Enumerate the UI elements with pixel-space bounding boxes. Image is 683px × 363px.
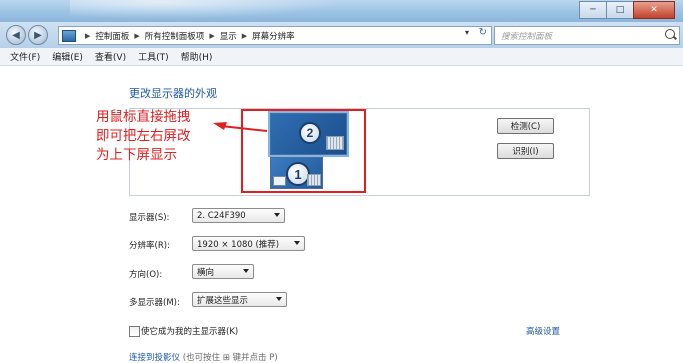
monitor-1-screen-icon <box>273 176 286 186</box>
multi-display-label: 多显示器(M): <box>129 298 180 308</box>
chevron-down-icon <box>274 213 280 217</box>
menu-view[interactable]: 查看(V) <box>95 50 126 63</box>
search-box[interactable]: 搜索控制面板 <box>494 26 680 45</box>
address-dropdown-icon[interactable]: ▾ <box>465 28 469 37</box>
advanced-settings-link[interactable]: 高级设置 <box>526 325 560 337</box>
address-bar[interactable]: ▶ 控制面板 ▶ 所有控制面板项 ▶ 显示 ▶ 屏幕分辨率 ▾ ↻ <box>58 26 492 45</box>
display-select[interactable]: 2. C24F390 <box>192 208 285 223</box>
search-input[interactable]: 搜索控制面板 <box>501 30 552 42</box>
annotation-text: 用鼠标直接拖拽 即可把左右屏改 为上下屏显示 <box>96 109 191 163</box>
address-row: ◀ ▶ ▶ 控制面板 ▶ 所有控制面板项 ▶ 显示 ▶ 屏幕分辨率 ▾ ↻ 搜索… <box>0 22 683 48</box>
menu-edit[interactable]: 编辑(E) <box>52 50 83 63</box>
breadcrumb-display[interactable]: 显示 <box>220 30 237 42</box>
breadcrumb-control-panel[interactable]: 控制面板 <box>95 30 129 42</box>
breadcrumb-separator: ▶ <box>134 31 140 40</box>
window-title-bar: ─ □ ✕ <box>0 0 683 22</box>
chevron-down-icon <box>276 297 282 301</box>
main-display-checkbox[interactable] <box>129 326 140 337</box>
refresh-icon[interactable]: ↻ <box>479 27 487 38</box>
resolution-select[interactable]: 1920 × 1080 (推荐) <box>192 236 305 251</box>
resolution-select-value: 1920 × 1080 (推荐) <box>197 239 280 250</box>
orientation-select[interactable]: 横向 <box>192 264 254 279</box>
orientation-label: 方向(O): <box>129 270 163 280</box>
resolution-label: 分辨率(R): <box>129 241 170 251</box>
monitor-1-keypad-icon <box>307 174 321 186</box>
main-display-checkbox-label[interactable]: 使它成为我的主显示器(K) <box>141 325 238 337</box>
menu-file[interactable]: 文件(F) <box>10 50 40 63</box>
multi-display-select[interactable]: 扩展这些显示 <box>192 292 287 307</box>
breadcrumb-screen-resolution[interactable]: 屏幕分辨率 <box>252 30 295 42</box>
minimize-button[interactable]: ─ <box>579 1 607 19</box>
menu-help[interactable]: 帮助(H) <box>181 50 213 63</box>
display-label: 显示器(S): <box>129 213 170 223</box>
chevron-down-icon <box>243 269 249 273</box>
search-icon[interactable] <box>665 29 675 39</box>
orientation-select-value: 横向 <box>197 267 215 278</box>
monitor-2-keypad-icon <box>326 136 344 150</box>
breadcrumb-separator: ▶ <box>209 31 215 40</box>
breadcrumb-all-items[interactable]: 所有控制面板项 <box>145 30 205 42</box>
identify-button[interactable]: 识别(I) <box>497 143 554 159</box>
page-title: 更改显示器的外观 <box>129 87 217 100</box>
maximize-button[interactable]: □ <box>606 1 634 19</box>
multi-display-select-value: 扩展这些显示 <box>197 295 249 306</box>
chevron-down-icon <box>294 241 300 245</box>
back-button[interactable]: ◀ <box>6 25 26 45</box>
breadcrumb-separator: ▶ <box>241 31 248 40</box>
detect-button[interactable]: 检测(C) <box>497 118 554 134</box>
projector-line: 连接到投影仪 (也可按住 ⊞ 键并点击 P) <box>129 351 278 363</box>
close-button[interactable]: ✕ <box>633 1 675 19</box>
projector-hint: (也可按住 ⊞ 键并点击 P) <box>182 353 278 363</box>
monitor-2-number: 2 <box>299 122 321 144</box>
main-content: 更改显示器的外观 用鼠标直接拖拽 即可把左右屏改 为上下屏显示 2 1 检测(C… <box>0 67 683 363</box>
forward-button[interactable]: ▶ <box>28 25 48 45</box>
menu-tools[interactable]: 工具(T) <box>138 50 169 63</box>
menu-bar: 文件(F) 编辑(E) 查看(V) 工具(T) 帮助(H) <box>0 48 683 66</box>
window-controls: ─ □ ✕ <box>579 1 675 19</box>
connect-projector-link[interactable]: 连接到投影仪 <box>129 353 180 363</box>
breadcrumb-separator: ▶ <box>85 31 91 40</box>
control-panel-icon <box>62 29 76 42</box>
display-select-value: 2. C24F390 <box>197 210 246 221</box>
